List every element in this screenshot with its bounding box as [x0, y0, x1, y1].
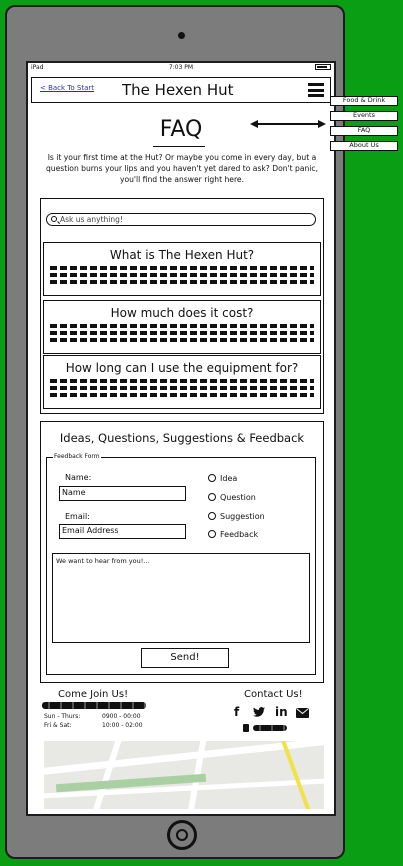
- faq-item[interactable]: What is The Hexen Hut?: [43, 242, 321, 296]
- radio-circle: [208, 512, 216, 520]
- radio-circle: [208, 474, 216, 482]
- twitter-icon[interactable]: [253, 707, 265, 717]
- phone-placeholder: [253, 725, 287, 731]
- menu-icon[interactable]: [308, 83, 324, 97]
- feedback-title: Ideas, Questions, Suggestions & Feedback: [59, 431, 305, 445]
- radio-feedback[interactable]: Feedback: [208, 530, 258, 539]
- back-to-start-link[interactable]: < Back To Start: [40, 84, 94, 92]
- hours-time: 0900 - 00:00: [102, 713, 141, 720]
- search-input[interactable]: Ask us anything!: [46, 213, 316, 226]
- radio-label: Idea: [220, 474, 238, 483]
- camera-icon: [178, 32, 185, 39]
- facebook-icon[interactable]: f: [234, 705, 239, 719]
- message-textarea[interactable]: We want to hear from you!...: [52, 553, 310, 643]
- address-placeholder: [42, 702, 146, 709]
- radio-idea[interactable]: Idea: [208, 474, 237, 483]
- email-label: Email:: [65, 512, 90, 521]
- hours-days: Fri & Sat:: [44, 722, 72, 729]
- faq-item[interactable]: How long can I use the equipment for?: [43, 355, 321, 409]
- feedback-form: Feedback Form Name: Name Email: Email Ad…: [46, 453, 316, 675]
- email-field[interactable]: Email Address: [59, 524, 186, 539]
- linkedin-icon[interactable]: in: [275, 705, 288, 719]
- name-label: Name:: [65, 473, 92, 482]
- menu-item-food-drink[interactable]: Food & Drink: [330, 96, 398, 106]
- hours-time: 10:00 - 02:00: [102, 722, 143, 729]
- radio-suggestion[interactable]: Suggestion: [208, 512, 265, 521]
- location-map[interactable]: [44, 741, 324, 809]
- search-icon: [51, 216, 57, 222]
- name-field[interactable]: Name: [59, 486, 186, 501]
- menu-item-faq[interactable]: FAQ: [330, 126, 398, 136]
- battery-icon: [315, 64, 331, 70]
- double-arrow-icon: [250, 120, 326, 128]
- contact-title: Contact Us!: [244, 689, 303, 700]
- menu-item-events[interactable]: Events: [330, 111, 398, 121]
- mail-icon[interactable]: [296, 708, 309, 718]
- intro-text: Is it your first time at the Hut? Or may…: [45, 153, 319, 184]
- home-button-icon[interactable]: [167, 820, 197, 850]
- faq-question: How long can I use the equipment for?: [65, 361, 299, 375]
- radio-label: Question: [220, 493, 256, 502]
- radio-label: Suggestion: [220, 512, 265, 521]
- title-divider: [153, 146, 205, 147]
- menu-item-about-us[interactable]: About Us: [330, 141, 398, 151]
- radio-label: Feedback: [220, 530, 259, 539]
- feedback-section: Ideas, Questions, Suggestions & Feedback…: [40, 421, 324, 683]
- search-placeholder: Ask us anything!: [60, 215, 123, 224]
- radio-circle: [208, 493, 216, 501]
- radio-circle: [208, 530, 216, 538]
- screen: iPad 7:03 PM < Back To Start The Hexen H…: [26, 61, 336, 816]
- form-legend: Feedback Form: [53, 453, 101, 460]
- site-header: < Back To Start The Hexen Hut: [31, 77, 331, 103]
- site-footer: Come Join Us! Sun - Thurs: 0900 - 00:00 …: [28, 686, 334, 736]
- answer-placeholder: [50, 324, 314, 342]
- hours-days: Sun - Thurs:: [44, 713, 81, 720]
- answer-placeholder: [50, 379, 314, 397]
- radio-question[interactable]: Question: [208, 493, 256, 502]
- send-button[interactable]: Send!: [141, 648, 229, 668]
- join-title: Come Join Us!: [58, 689, 129, 700]
- faq-section: Ask us anything! What is The Hexen Hut? …: [40, 198, 324, 414]
- phone-icon: [243, 724, 249, 732]
- status-time: 7:03 PM: [168, 64, 194, 71]
- status-bar: iPad 7:03 PM: [28, 63, 334, 73]
- faq-question: What is The Hexen Hut?: [109, 248, 255, 262]
- faq-question: How much does it cost?: [110, 306, 254, 320]
- tablet-frame: iPad 7:03 PM < Back To Start The Hexen H…: [5, 5, 345, 859]
- faq-item[interactable]: How much does it cost?: [43, 300, 321, 354]
- brand-title: The Hexen Hut: [122, 81, 234, 99]
- answer-placeholder: [50, 266, 314, 284]
